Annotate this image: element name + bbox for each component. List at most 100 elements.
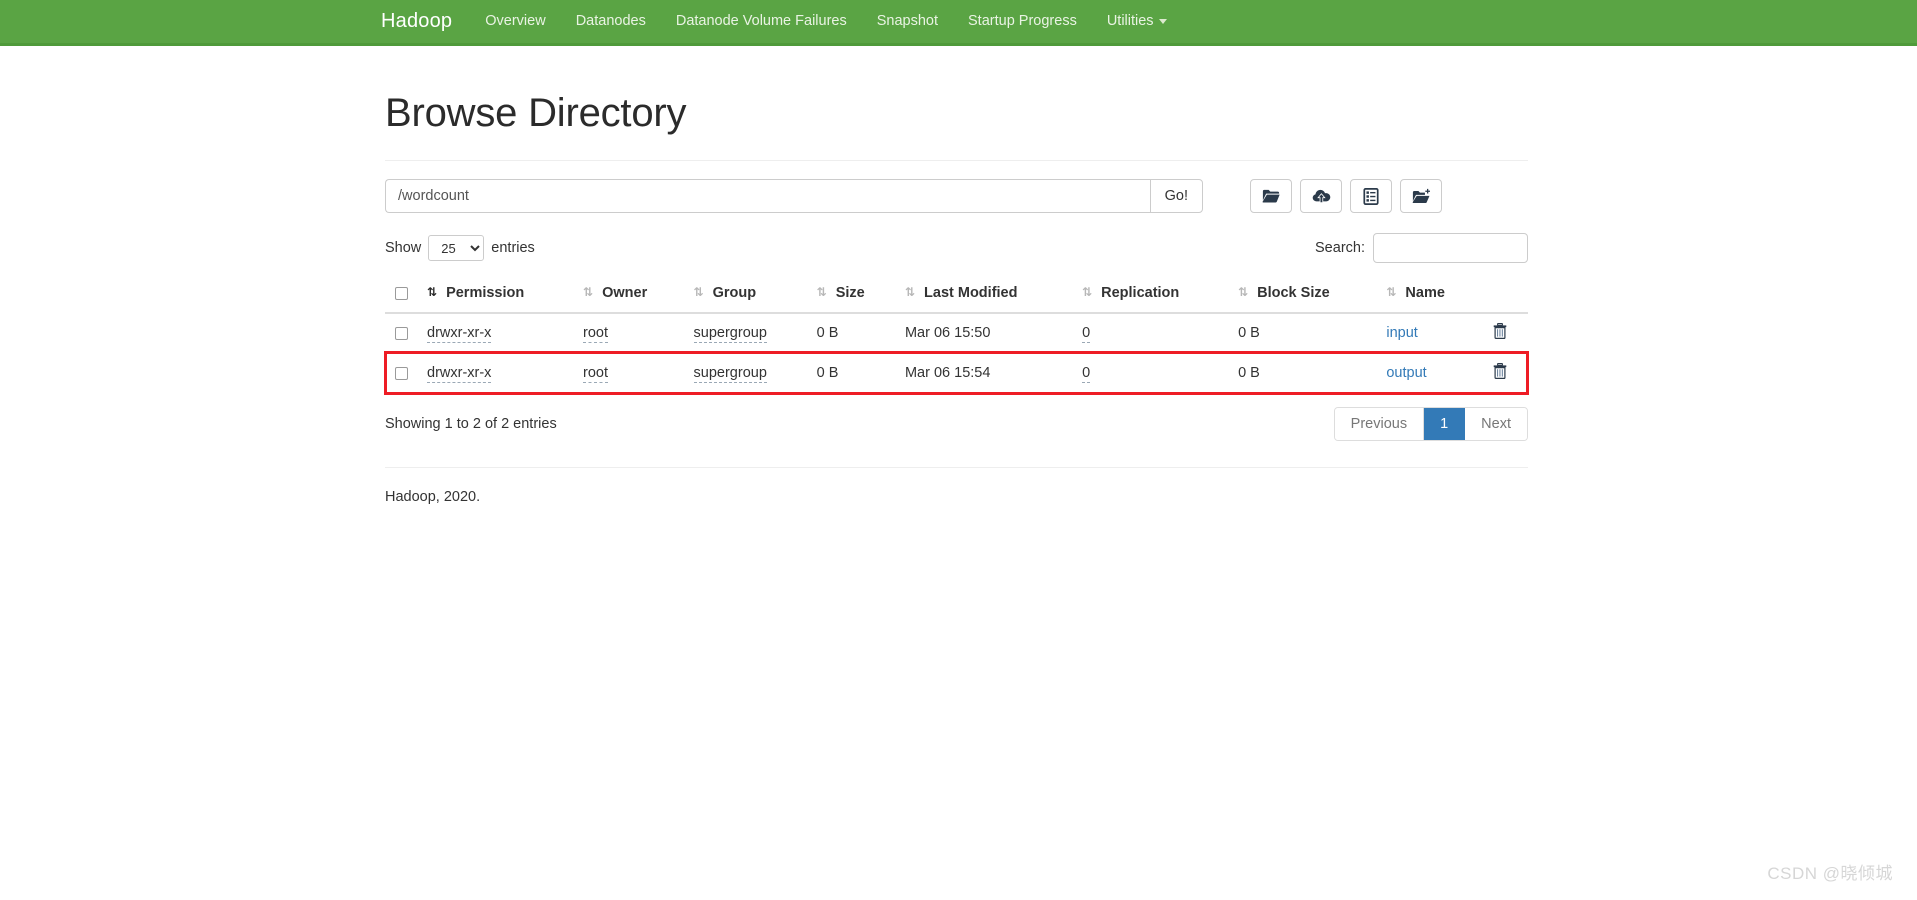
page-footer: Hadoop, 2020.	[385, 489, 481, 505]
th-permission[interactable]: ⇅ Permission	[419, 276, 576, 314]
nav-item-snapshot[interactable]: Snapshot	[862, 0, 953, 43]
table-header-row: ⇅ Permission ⇅ Owner ⇅ Group ⇅ Size ⇅ Last Mo…	[385, 276, 1528, 314]
page-title: Browse Directory	[385, 91, 687, 135]
row-checkbox[interactable]	[395, 326, 408, 340]
replication-value[interactable]: 0	[1082, 325, 1091, 344]
pagination-next[interactable]: Next	[1465, 408, 1527, 440]
th-last-modified[interactable]: ⇅ Last Modified	[896, 276, 1075, 314]
snapshot-list-button[interactable]	[1350, 179, 1392, 213]
nav-item-datanode-volume-failures[interactable]: Datanode Volume Failures	[661, 0, 862, 43]
table-row[interactable]: drwxr-xr-x root supergroup 0 B Mar 06 15:50 0…	[385, 312, 1528, 353]
th-group-label: Group	[712, 285, 757, 301]
open-folder-button[interactable]	[1250, 179, 1292, 213]
th-block-size-label: Block Size	[1257, 285, 1330, 301]
nav-item-utilities-label: Utilities	[1106, 13, 1154, 29]
create-directory-button[interactable]	[1400, 179, 1442, 213]
sort-icon-group: ⇅	[693, 285, 704, 299]
go-button[interactable]: Go!	[1149, 179, 1203, 213]
sort-icon-block-size: ⇅	[1238, 285, 1249, 299]
cell-permission: drwxr-xr-x	[419, 352, 576, 393]
pagination: Previous 1 Next	[1333, 407, 1528, 441]
sort-icon-replication: ⇅	[1082, 285, 1093, 299]
row-select-cell[interactable]	[385, 352, 419, 393]
entries-info: Showing 1 to 2 of 2 entries	[385, 416, 557, 432]
delete-row-button[interactable]	[1493, 363, 1507, 380]
cell-last-modified: Mar 06 15:54	[896, 352, 1075, 393]
cell-block-size: 0 B	[1230, 312, 1379, 353]
nav-item-utilities[interactable]: Utilities	[1092, 0, 1182, 43]
file-listing-table: ⇅ Permission ⇅ Owner ⇅ Group ⇅ Size ⇅ Last Mo…	[385, 276, 1528, 393]
th-replication[interactable]: ⇅ Replication	[1074, 276, 1231, 314]
nav-item-startup-progress[interactable]: Startup Progress	[953, 0, 1092, 43]
group-value[interactable]: supergroup	[693, 325, 767, 344]
permission-value[interactable]: drwxr-xr-x	[427, 365, 492, 384]
file-name-link[interactable]: input	[1386, 325, 1417, 341]
table-head: ⇅ Permission ⇅ Owner ⇅ Group ⇅ Size ⇅ Last Mo…	[385, 276, 1528, 314]
delete-row-button[interactable]	[1493, 323, 1507, 342]
sort-icon-owner: ⇅	[583, 285, 594, 299]
path-toolbar: Go!	[385, 179, 1535, 213]
owner-value[interactable]: root	[583, 325, 609, 344]
open-folder-icon	[1262, 188, 1280, 204]
pagination-previous[interactable]: Previous	[1334, 408, 1425, 440]
datatable-controls: Show 2550100 entries Search:	[385, 233, 1528, 263]
group-value[interactable]: supergroup	[693, 365, 767, 384]
main-container: Browse Directory Go!	[385, 46, 1535, 505]
th-last-modified-label: Last Modified	[924, 285, 1018, 301]
th-owner[interactable]: ⇅ Owner	[575, 276, 686, 314]
trash-icon	[1493, 323, 1507, 342]
title-divider	[385, 160, 1528, 161]
path-action-buttons	[1250, 179, 1442, 213]
footer-divider	[385, 467, 1528, 468]
row-checkbox[interactable]	[395, 366, 408, 380]
datatable-footer: Showing 1 to 2 of 2 entries Previous 1 N…	[385, 407, 1528, 441]
th-group[interactable]: ⇅ Group	[685, 276, 809, 314]
entries-length-control: Show 2550100 entries	[385, 235, 535, 261]
directory-path-input[interactable]	[385, 179, 1150, 213]
upload-files-button[interactable]	[1300, 179, 1342, 213]
watermark: CSDN @晓倾城	[1767, 864, 1893, 883]
th-size[interactable]: ⇅ Size	[808, 276, 897, 314]
cell-owner: root	[575, 352, 686, 393]
show-label: Show	[385, 240, 422, 256]
owner-value[interactable]: root	[583, 365, 609, 384]
th-actions	[1481, 276, 1528, 314]
search-control: Search:	[1315, 233, 1528, 263]
search-label: Search:	[1315, 240, 1365, 256]
table-row[interactable]: drwxr-xr-x root supergroup 0 B Mar 06 15:54 0…	[385, 352, 1528, 393]
search-input[interactable]	[1373, 233, 1528, 263]
th-owner-label: Owner	[602, 285, 648, 301]
brand-hadoop[interactable]: Hadoop	[381, 10, 470, 33]
sort-icon-size: ⇅	[816, 285, 827, 299]
cell-replication: 0	[1074, 352, 1231, 393]
cell-actions	[1481, 352, 1528, 393]
th-select-all[interactable]	[385, 276, 419, 314]
th-name-label: Name	[1405, 285, 1445, 301]
nav-item-overview[interactable]: Overview	[470, 0, 560, 43]
th-size-label: Size	[835, 285, 865, 301]
cell-actions	[1481, 312, 1528, 353]
select-all-checkbox[interactable]	[395, 286, 408, 300]
permission-value[interactable]: drwxr-xr-x	[427, 325, 492, 344]
cell-name: output	[1378, 352, 1482, 393]
page-length-select[interactable]: 2550100	[428, 235, 485, 261]
cell-permission: drwxr-xr-x	[419, 312, 576, 353]
cell-block-size: 0 B	[1230, 352, 1379, 393]
top-navbar: Hadoop Overview Datanodes Datanode Volum…	[0, 0, 1917, 46]
cell-size: 0 B	[808, 352, 897, 393]
sort-icon-name: ⇅	[1386, 285, 1397, 299]
file-name-link[interactable]: output	[1386, 365, 1426, 381]
nav-item-datanodes[interactable]: Datanodes	[561, 0, 661, 43]
pagination-page-1[interactable]: 1	[1424, 408, 1466, 440]
th-name[interactable]: ⇅ Name	[1378, 276, 1482, 314]
th-block-size[interactable]: ⇅ Block Size	[1230, 276, 1379, 314]
sort-icon-last-modified: ⇅	[904, 285, 916, 299]
th-permission-label: Permission	[446, 285, 525, 301]
cell-last-modified: Mar 06 15:50	[896, 312, 1075, 353]
cell-group: supergroup	[685, 312, 809, 353]
row-select-cell[interactable]	[385, 312, 419, 353]
path-input-group: Go!	[385, 179, 1203, 213]
caret-down-icon	[1158, 18, 1167, 24]
replication-value[interactable]: 0	[1082, 365, 1091, 384]
table-body: drwxr-xr-x root supergroup 0 B Mar 06 15:50 0…	[385, 312, 1528, 393]
